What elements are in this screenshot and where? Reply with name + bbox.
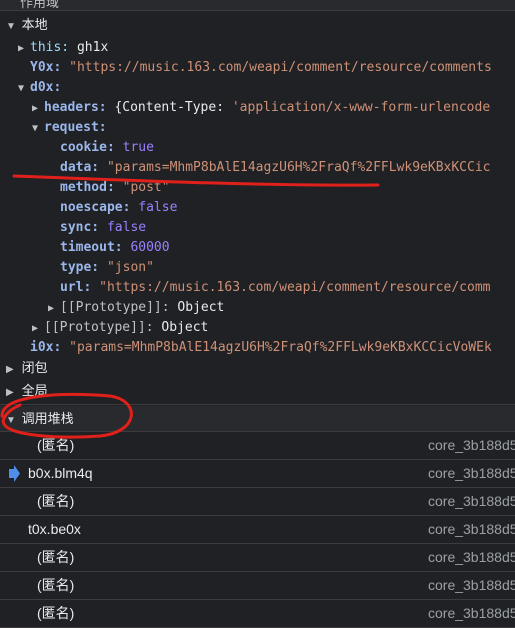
chevron-right-icon: ▶ [32,103,39,114]
var-d0x[interactable]: ▼ d0x: [18,78,61,98]
frame-function: b0x.blm4q [28,465,93,481]
var-cookie[interactable]: cookie: true [60,138,154,158]
closure-scope-section[interactable]: ▶ 闭包 [0,357,515,379]
frame-function: (匿名) [37,437,75,453]
chevron-down-icon: ▼ [6,415,16,426]
call-stack-frame[interactable]: (匿名) core_3b188d5 [0,488,515,516]
chevron-right-icon: ▶ [48,303,55,314]
chevron-down-icon: ▼ [18,83,25,94]
var-d0x-prototype[interactable]: ▶ [[Prototype]]: Object [32,318,208,338]
closure-scope-label: 闭包 [21,360,48,375]
chevron-right-icon: ▶ [6,364,14,375]
var-headers[interactable]: ▶ headers: {Content-Type: 'application/x-… [32,98,490,118]
divider [0,404,515,405]
local-scope-section[interactable]: ▼ 本地 [0,14,515,36]
var-y0x[interactable]: Y0x: "https://music.163.com/weapi/commen… [30,58,492,78]
chevron-down-icon: ▼ [32,123,39,134]
chevron-down-icon: ▼ [6,21,16,32]
call-stack-frame[interactable]: (匿名) core_3b188d5 [0,432,515,460]
frame-location[interactable]: core_3b188d5 [428,432,515,459]
frame-function: t0x.be0x [28,521,81,537]
var-request[interactable]: ▼ request: [32,118,107,138]
local-scope-label: 本地 [21,17,48,32]
call-stack-frame[interactable]: (匿名) core_3b188d5 [0,572,515,600]
var-data[interactable]: data: "params=MhmP8bAlE14agzU6H%2FraQf%2… [60,158,490,178]
call-stack-frame-current[interactable]: b0x.blm4q core_3b188d5 [0,460,515,488]
frame-location[interactable]: core_3b188d5 [428,488,515,515]
frame-location[interactable]: core_3b188d5 [428,516,515,543]
var-i0x[interactable]: i0x: "params=MhmP8bAlE14agzU6H%2FraQf%2F… [30,338,492,358]
call-stack-header[interactable]: ▼ 调用堆栈 [0,406,515,431]
chevron-right-icon: ▶ [32,323,39,334]
scope-header[interactable]: 作用域 [0,0,515,11]
frame-function: (匿名) [37,549,75,565]
call-stack-label: 调用堆栈 [21,411,74,426]
chevron-right-icon: ▶ [18,43,25,54]
var-method[interactable]: method: "post" [60,178,170,198]
frame-location[interactable]: core_3b188d5 [428,572,515,599]
var-this[interactable]: ▶ this: gh1x [18,38,108,58]
frame-location[interactable]: core_3b188d5 [428,544,515,571]
var-type[interactable]: type: "json" [60,258,154,278]
var-sync[interactable]: sync: false [60,218,146,238]
global-scope-label: 全局 [21,383,48,398]
global-scope-section[interactable]: ▶ 全局 [0,380,515,402]
var-timeout[interactable]: timeout: 60000 [60,238,170,258]
var-url[interactable]: url: "https://music.163.com/weapi/commen… [60,278,490,298]
frame-location[interactable]: core_3b188d5 [428,460,515,487]
frame-function: (匿名) [37,605,75,621]
frame-function: (匿名) [37,577,75,593]
call-stack-frame[interactable]: t0x.be0x core_3b188d5 [0,516,515,544]
scope-header-label: 作用域 [20,0,60,10]
frame-location[interactable]: core_3b188d5 [428,600,515,627]
call-stack-frame[interactable]: (匿名) core_3b188d5 [0,600,515,628]
call-stack-frame[interactable]: (匿名) core_3b188d5 [0,544,515,572]
frame-function: (匿名) [37,493,75,509]
chevron-right-icon: ▶ [6,387,14,398]
var-request-prototype[interactable]: ▶ [[Prototype]]: Object [48,298,224,318]
var-noescape[interactable]: noescape: false [60,198,177,218]
